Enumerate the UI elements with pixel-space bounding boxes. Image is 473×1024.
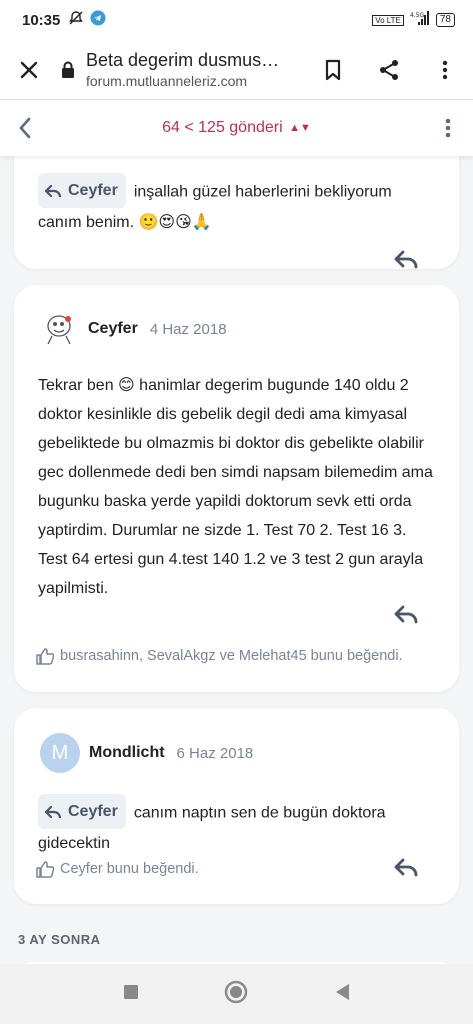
address-bar[interactable]: Beta degerim dusmus… forum.mutluanneleri… (86, 50, 305, 89)
share-icon (380, 59, 398, 80)
more-vertical-icon (445, 118, 451, 138)
browser-menu-button[interactable] (417, 40, 473, 100)
post-header: M Mondlicht 6 Haz 2018 (40, 733, 253, 773)
system-navigation-bar (0, 964, 473, 1024)
post-body: Ceyfer inşallah güzel haberlerini bekliy… (38, 173, 418, 237)
page-url: forum.mutluanneleriz.com (86, 73, 248, 89)
page-indicator: 64 < 125 gönderi (162, 119, 283, 136)
likes-text: Ceyfer bunu beğendi. (60, 861, 199, 877)
mute-notifications-icon (68, 10, 84, 30)
status-time: 10:35 (22, 11, 61, 29)
bookmark-button[interactable] (305, 40, 361, 100)
thread-navigation: 64 < 125 gönderi ▲▼ (0, 100, 473, 156)
likes-summary[interactable]: busrasahinn, SevalAkgz ve Melehat45 bunu… (36, 647, 403, 665)
post-body: Ceyfer canım naptın sen de bugün doktora… (38, 794, 428, 858)
close-icon (20, 61, 38, 78)
square-icon (123, 984, 138, 999)
back-triangle-icon (336, 983, 350, 1000)
close-tab-button[interactable] (0, 40, 58, 100)
reply-arrow-icon (44, 805, 62, 818)
back-button[interactable] (0, 117, 50, 139)
post-card: Ceyfer inşallah güzel haberlerini bekliy… (14, 156, 459, 269)
post-date[interactable]: 4 Haz 2018 (150, 321, 227, 338)
reply-arrow-icon (394, 605, 418, 624)
author-name[interactable]: Ceyfer (88, 320, 138, 338)
quote-chip[interactable]: Ceyfer (38, 794, 126, 829)
post-header: Ceyfer 4 Haz 2018 (40, 309, 227, 349)
likes-text: busrasahinn, SevalAkgz ve Melehat45 bunu… (60, 648, 403, 664)
home-button[interactable] (224, 980, 248, 1009)
reply-arrow-icon (394, 250, 418, 269)
bookmark-icon (325, 59, 341, 80)
page-title: Beta degerim dusmus… (86, 50, 280, 70)
reply-arrow-icon (394, 858, 418, 877)
battery-indicator: 78 (435, 13, 455, 27)
page-selector[interactable]: 64 < 125 gönderi ▲▼ (50, 119, 423, 137)
thread-options-button[interactable] (423, 118, 473, 138)
likes-summary[interactable]: Ceyfer bunu beğendi. (36, 860, 199, 878)
chevron-left-icon (19, 117, 31, 139)
lock-icon (58, 61, 78, 78)
home-circle-icon (225, 980, 248, 1003)
telegram-icon (90, 10, 106, 30)
reply-button[interactable] (393, 605, 419, 627)
signal-icon: 4.5G (410, 11, 430, 29)
post-date[interactable]: 6 Haz 2018 (177, 745, 254, 762)
avatar[interactable]: M (40, 733, 80, 773)
quote-author: Ceyfer (68, 182, 118, 199)
reply-arrow-icon (44, 184, 62, 197)
quote-author: Ceyfer (68, 803, 118, 820)
post-card: M Mondlicht 6 Haz 2018 Ceyfer canım napt… (14, 708, 459, 904)
volte-indicator: Vo LTE (372, 14, 404, 26)
reply-button[interactable] (393, 250, 419, 272)
avatar[interactable] (40, 309, 80, 349)
sort-arrows-icon: ▲▼ (289, 121, 311, 134)
post-list: Ceyfer inşallah güzel haberlerini bekliy… (0, 156, 473, 964)
browser-toolbar: Beta degerim dusmus… forum.mutluanneleri… (0, 40, 473, 100)
recent-apps-button[interactable] (123, 984, 139, 1005)
svg-text:4.5G: 4.5G (410, 12, 425, 19)
quote-chip[interactable]: Ceyfer (38, 173, 126, 208)
share-button[interactable] (361, 40, 417, 100)
reply-button[interactable] (393, 858, 419, 880)
status-bar: 10:35 Vo LTE 4.5G 78 (0, 0, 473, 40)
thumbs-up-icon (36, 647, 54, 665)
author-name[interactable]: Mondlicht (89, 744, 165, 762)
post-card: Ceyfer 4 Haz 2018 Tekrar ben 😊 hanimlar … (14, 285, 459, 692)
post-text: Tekrar ben 😊 hanimlar degerim bugunde 14… (38, 377, 433, 597)
more-vertical-icon (442, 60, 448, 79)
system-back-button[interactable] (334, 983, 350, 1006)
thumbs-up-icon (36, 860, 54, 878)
time-gap-separator: 3 AY SONRA (18, 932, 101, 947)
